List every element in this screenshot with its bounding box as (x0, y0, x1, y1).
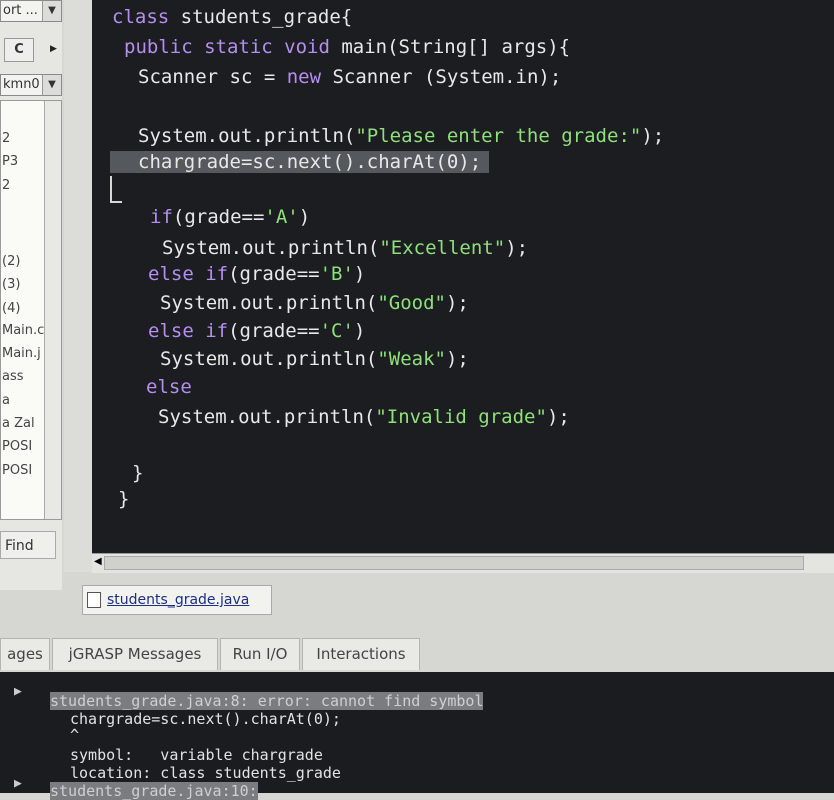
tab-interactions[interactable]: Interactions (302, 638, 420, 670)
tab-messages[interactable]: ages (0, 638, 50, 670)
message-output[interactable]: ▶ students_grade.java:8: error: cannot f… (0, 672, 834, 800)
code-line: class students_grade{ (112, 6, 353, 28)
tree-scrollbar[interactable] (44, 101, 61, 519)
code-line: } (118, 488, 130, 510)
code-line: else (146, 376, 192, 398)
code-line: Scanner sc = new Scanner (System.in); (138, 66, 562, 88)
refresh-button[interactable]: C (4, 38, 34, 62)
error-message[interactable]: students_grade.java:8: error: cannot fin… (50, 692, 484, 710)
tree-item[interactable]: a (2, 393, 10, 408)
code-line: System.out.println("Please enter the gra… (138, 125, 665, 147)
error-caret: ^ (70, 726, 80, 744)
path-combo-value: kmn0 (3, 77, 40, 92)
error-marker-icon: ▶ (14, 684, 22, 699)
editor-horizontal-scrollbar[interactable]: ◀ (92, 553, 834, 573)
tree-item[interactable]: POSI (2, 439, 32, 454)
tree-item[interactable]: (3) (2, 277, 20, 292)
code-line: if(grade=='A') (150, 206, 311, 228)
code-line: System.out.println("Good"); (160, 292, 469, 314)
code-area[interactable]: class students_grade{ public static void… (92, 0, 834, 553)
code-line: System.out.println("Excellent"); (162, 237, 529, 259)
tree-item[interactable]: POSI (2, 463, 32, 478)
text-cursor (110, 176, 112, 202)
tree-item[interactable]: ass (2, 369, 24, 384)
error-location: location: class students_grade (70, 764, 341, 782)
tree-item[interactable]: 2 (2, 178, 10, 193)
code-line: } (132, 462, 144, 484)
file-tree[interactable]: 2 P3 2 (2) (3) (4) Main.c Main.j ass a a… (0, 100, 62, 520)
java-file-icon (87, 592, 101, 608)
refresh-icon: C (14, 42, 24, 57)
error-symbol: symbol: variable chargrade (70, 746, 323, 764)
browse-panel: ort ... ▼ C ▶ kmn0 ▼ 2 P3 2 (2) (3) (4) … (0, 0, 62, 590)
scroll-left-icon[interactable]: ◀ (94, 556, 102, 567)
code-line: System.out.println("Weak"); (160, 348, 469, 370)
code-line: else if(grade=='B') (148, 263, 366, 285)
play-arrow-icon[interactable]: ▶ (50, 44, 57, 54)
code-line: System.out.println("Invalid grade"); (158, 406, 570, 428)
tab-run-io[interactable]: Run I/O (220, 638, 300, 670)
code-line: else if(grade=='C') (148, 320, 366, 342)
source-code: class students_grade{ public static void… (92, 0, 664, 510)
tree-item[interactable]: a Zal (2, 416, 35, 431)
tree-item[interactable]: 2 (2, 131, 10, 146)
filter-combo-value: ort ... (3, 3, 38, 18)
tree-item[interactable]: (4) (2, 301, 20, 316)
scroll-thumb[interactable] (104, 556, 804, 570)
error-message[interactable]: students_grade.java:10: (50, 782, 258, 800)
error-code-line: chargrade=sc.next().charAt(0); (70, 710, 341, 728)
code-line: public static void main(String[] args){ (124, 36, 571, 58)
highlighted-code-line: chargrade=sc.next().charAt(0); (110, 151, 490, 173)
file-tab-label: students_grade.java (107, 592, 250, 608)
tab-jgrasp-messages[interactable]: jGRASP Messages (52, 638, 218, 670)
tree-item[interactable]: (2) (2, 254, 20, 269)
find-button[interactable]: Find (0, 531, 56, 559)
tree-item[interactable]: Main.c (2, 323, 44, 338)
path-combo[interactable]: kmn0 ▼ (0, 74, 62, 96)
error-marker-icon: ▶ (14, 776, 22, 791)
tree-item[interactable]: P3 (2, 154, 18, 169)
text-cursor-foot (110, 201, 122, 203)
code-editor[interactable]: class students_grade{ public static void… (64, 0, 834, 572)
chevron-down-icon[interactable]: ▼ (42, 75, 61, 95)
tree-item[interactable]: Main.j (2, 346, 41, 361)
filter-combo[interactable]: ort ... ▼ (0, 0, 62, 22)
file-tab[interactable]: students_grade.java (82, 585, 272, 615)
chevron-down-icon[interactable]: ▼ (42, 1, 61, 21)
